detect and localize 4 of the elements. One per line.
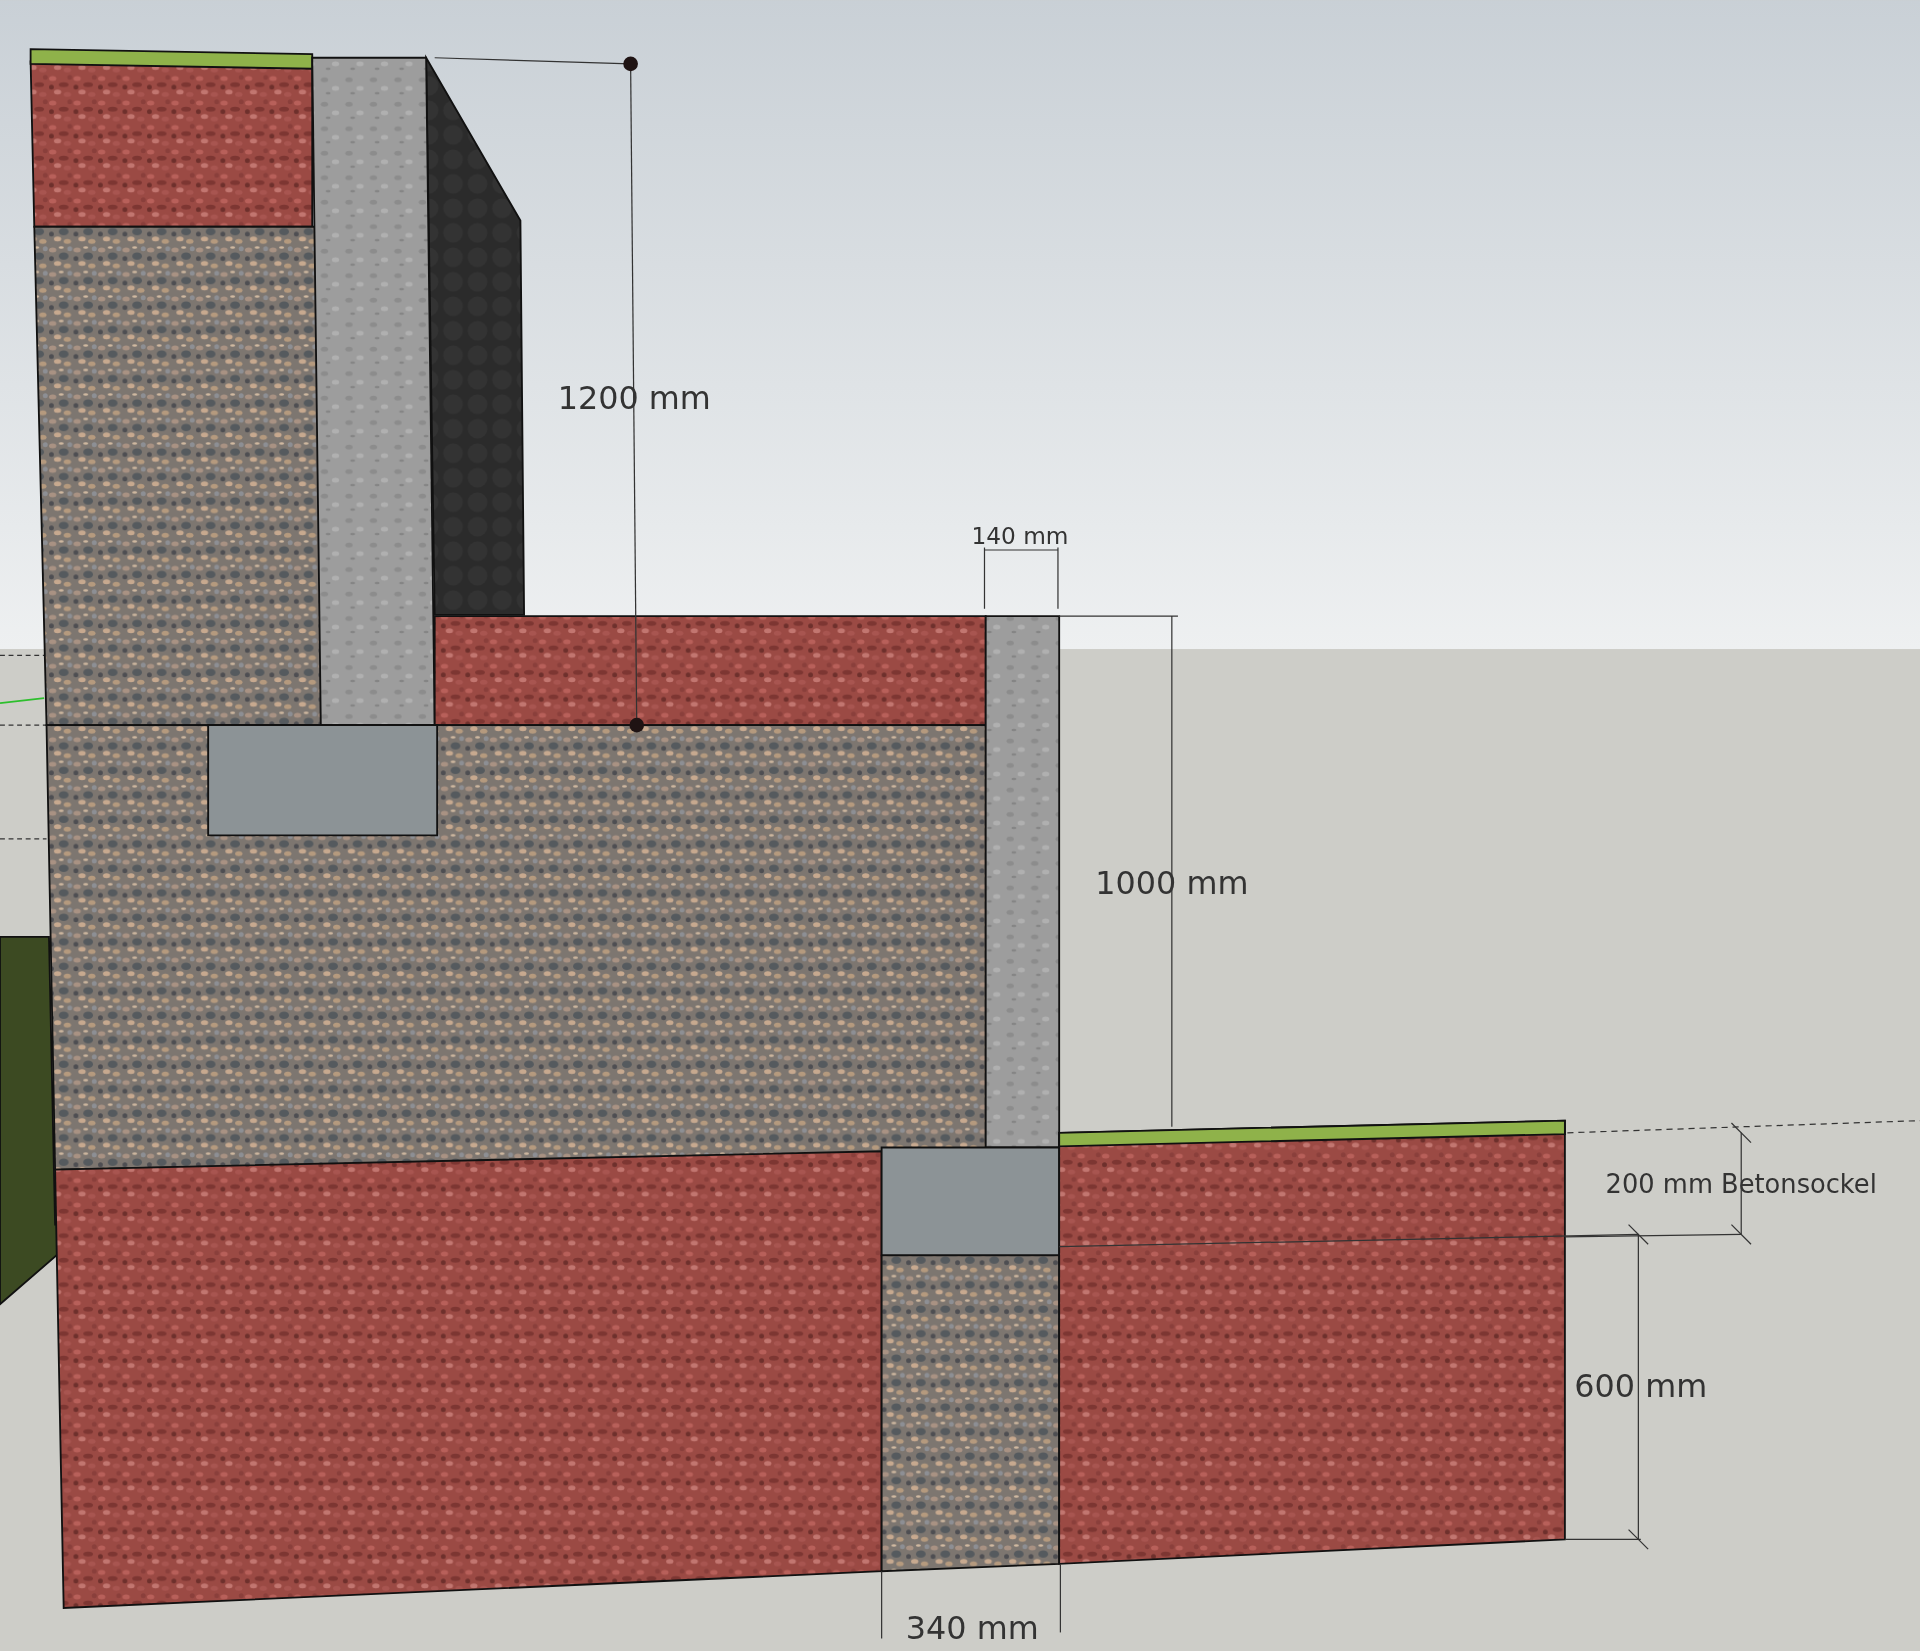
- dimension-label: 140 mm: [971, 521, 1069, 549]
- dimension-label: 340 mm: [905, 1608, 1039, 1647]
- dimension-label: 600 mm: [1574, 1367, 1708, 1406]
- axis-line: [0, 697, 45, 704]
